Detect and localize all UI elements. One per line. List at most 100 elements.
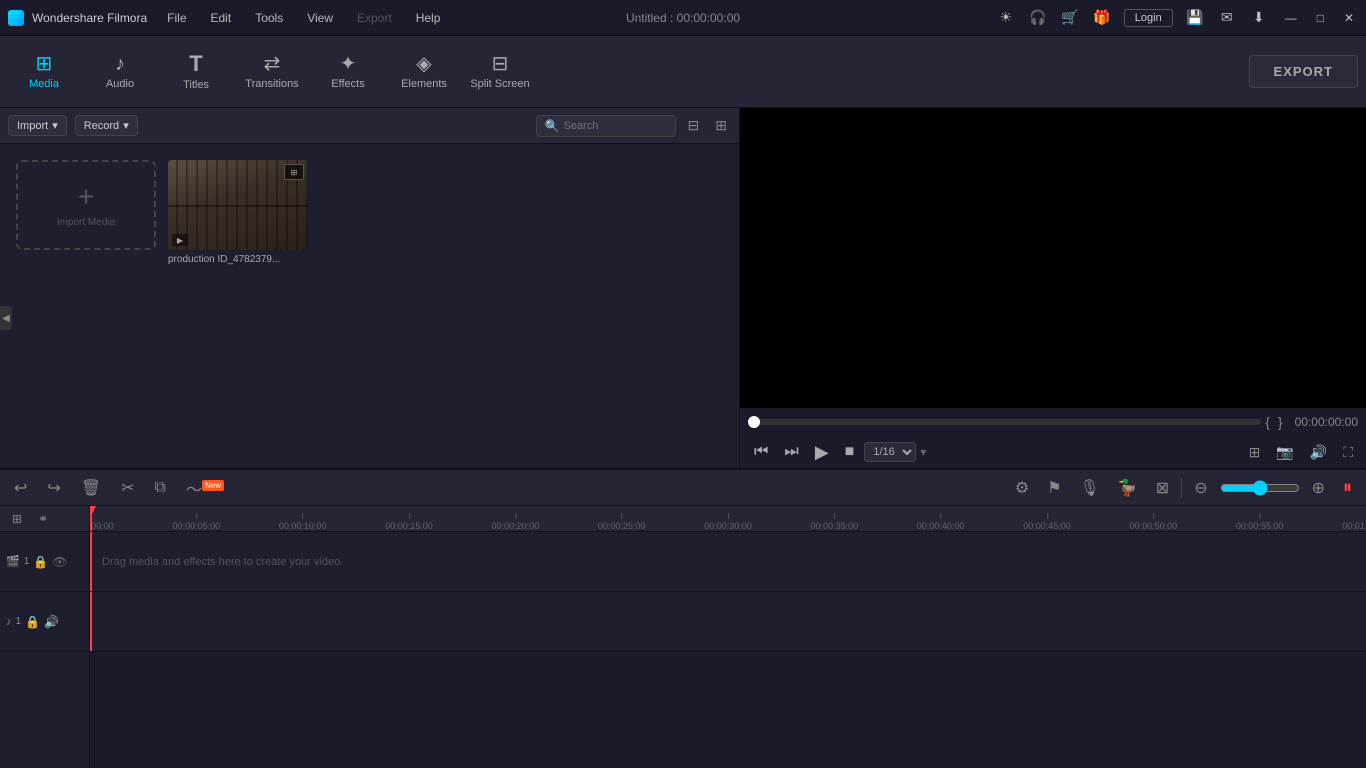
zoom-in-button[interactable]: ⊕ (1306, 476, 1331, 500)
search-input[interactable] (563, 120, 666, 132)
menu-edit[interactable]: Edit (207, 9, 236, 27)
record-dropdown[interactable]: Record ▾ (75, 115, 138, 136)
video-track-icon: 🎬 (6, 555, 20, 568)
cart-icon[interactable]: 🛒 (1060, 9, 1080, 26)
audio-playhead-line (90, 592, 92, 651)
toolbar-splitscreen[interactable]: ⊟ Split Screen (464, 40, 536, 104)
adjust-button[interactable]: ⧉ (149, 477, 172, 499)
ruler-mark: 00:00:20:00 (492, 521, 540, 531)
media-icon: ⊞ (36, 54, 53, 74)
video-track-label: 1 (24, 556, 30, 567)
close-button[interactable]: ✕ (1340, 11, 1358, 25)
media-content: ◀ + Import Media ⊞ ▶ production ID_47823… (0, 144, 739, 468)
minimize-button[interactable]: — (1281, 11, 1301, 25)
import-label: Import (17, 120, 48, 132)
audio-track-vol-icon[interactable]: 🔊 (44, 615, 59, 629)
ruler-mark: 00:00:25:00 (598, 521, 646, 531)
toolbar-separator (1181, 478, 1182, 498)
gift-icon[interactable]: 🎁 (1092, 9, 1112, 26)
toolbar-media[interactable]: ⊞ Media (8, 40, 80, 104)
video-track-lane[interactable]: Drag media and effects here to create yo… (90, 532, 1366, 592)
ruler-mark: 00:01:00:00 (1342, 521, 1366, 531)
ruler-mark: 00:00:00:00 (90, 521, 114, 531)
new-badge: New (202, 480, 224, 491)
video-track-eye-icon[interactable]: 👁 (52, 555, 67, 569)
ruler-mark: 00:00:50:00 (1130, 521, 1178, 531)
split-clip-button[interactable]: ⊠ (1150, 476, 1175, 500)
audio-track-lane[interactable] (90, 592, 1366, 652)
add-to-timeline-icon[interactable]: ⊞ (1244, 442, 1266, 463)
menu-export[interactable]: Export (353, 9, 396, 27)
step-back-button[interactable]: ⏮ (748, 441, 774, 463)
toolbar-titles[interactable]: T Titles (160, 40, 232, 104)
save-icon[interactable]: 💾 (1185, 9, 1205, 26)
timeline-main: 00:00:00:0000:00:05:0000:00:10:0000:00:1… (90, 506, 1366, 768)
mark-button[interactable]: ⚑ (1041, 476, 1067, 500)
toolbar-media-label: Media (29, 78, 59, 90)
audio-track-icon: ♪ (6, 616, 12, 628)
menu-file[interactable]: File (163, 9, 190, 27)
timeline-pause-button[interactable]: ⏸ (1337, 475, 1358, 500)
import-media-button[interactable]: + Import Media (16, 160, 156, 250)
step-forward-button[interactable]: ⏭ (778, 441, 804, 463)
import-dropdown[interactable]: Import ▾ (8, 115, 67, 136)
mail-icon[interactable]: ✉ (1217, 9, 1237, 26)
play-button[interactable]: ▶ (809, 440, 835, 465)
undo-button[interactable]: ↩ (8, 476, 33, 500)
import-media-label: Import Media (57, 217, 115, 228)
in-point-button[interactable]: { (1261, 414, 1274, 430)
export-button[interactable]: EXPORT (1249, 55, 1358, 88)
headphone-icon[interactable]: 🎧 (1028, 9, 1048, 26)
motion-button[interactable]: 〜New (180, 474, 230, 502)
login-button[interactable]: Login (1124, 9, 1173, 27)
redo-button[interactable]: ↪ (41, 476, 66, 500)
add-track-button[interactable]: ⊞ (6, 510, 28, 528)
sun-icon[interactable]: ☀ (996, 9, 1016, 26)
ruler-mark: 00:00:15:00 (385, 521, 433, 531)
menu-view[interactable]: View (303, 9, 337, 27)
progress-thumb[interactable] (748, 416, 760, 428)
zoom-slider[interactable] (1220, 480, 1300, 496)
toolbar-audio[interactable]: ♪ Audio (84, 40, 156, 104)
toolbar-effects[interactable]: ✦ Effects (312, 40, 384, 104)
toolbar-titles-label: Titles (183, 79, 209, 91)
volume-icon[interactable]: 🔊 (1305, 442, 1332, 463)
maximize-button[interactable]: □ (1313, 11, 1328, 25)
progress-track[interactable] (748, 419, 1261, 425)
video-track-header: 🎬 1 🔒 👁 (0, 532, 89, 592)
toolbar: ⊞ Media ♪ Audio T Titles ⇄ Transitions ✦… (0, 36, 1366, 108)
toolbar-transitions[interactable]: ⇄ Transitions (236, 40, 308, 104)
thumbnail-badge: ⊞ (284, 164, 304, 180)
download-icon[interactable]: ⬇ (1249, 9, 1269, 26)
out-point-button[interactable]: } (1274, 414, 1287, 430)
mic-button[interactable]: 🎙 (1074, 476, 1106, 500)
preview-area (740, 108, 1366, 408)
stop-button[interactable]: ■ (839, 441, 861, 463)
grid-view-icon[interactable]: ⊞ (711, 115, 731, 136)
zoom-out-button[interactable]: ⊖ (1188, 476, 1213, 500)
video-track-lock-icon[interactable]: 🔒 (33, 555, 48, 569)
filter-icon[interactable]: ⊟ (684, 115, 704, 136)
menu-tools[interactable]: Tools (251, 9, 287, 27)
media-toolbar: Import ▾ Record ▾ 🔍 ⊟ ⊞ (0, 108, 739, 144)
snap-button[interactable]: ⚙ (1009, 476, 1035, 500)
record-chevron-icon: ▾ (123, 119, 129, 132)
toolbar-splitscreen-label: Split Screen (470, 78, 529, 90)
toolbar-elements[interactable]: ◈ Elements (388, 40, 460, 104)
play-small-icon: ▶ (177, 236, 183, 245)
splitscreen-icon: ⊟ (492, 54, 509, 74)
audio-track-lock-icon[interactable]: 🔒 (25, 615, 40, 629)
delete-button[interactable]: 🗑 (75, 476, 107, 500)
search-icon: 🔍 (545, 119, 560, 133)
panel-collapse-arrow[interactable]: ◀ (0, 306, 12, 330)
toolbar-effects-label: Effects (331, 78, 364, 90)
snapshot-icon[interactable]: 📷 (1271, 442, 1298, 463)
audio-duck-button[interactable]: 🦆 (1112, 476, 1144, 500)
link-tracks-button[interactable]: ⚭ (32, 510, 54, 528)
cut-button[interactable]: ✂ (115, 476, 140, 500)
media-item[interactable]: ⊞ ▶ production ID_4782379... (168, 160, 308, 265)
menu-help[interactable]: Help (412, 9, 445, 27)
fullscreen-icon[interactable]: ⛶ (1338, 442, 1358, 463)
ruler-mark: 00:00:05:00 (173, 521, 221, 531)
speed-select[interactable]: 1/16 1/8 1/4 1/2 1 (864, 442, 916, 462)
